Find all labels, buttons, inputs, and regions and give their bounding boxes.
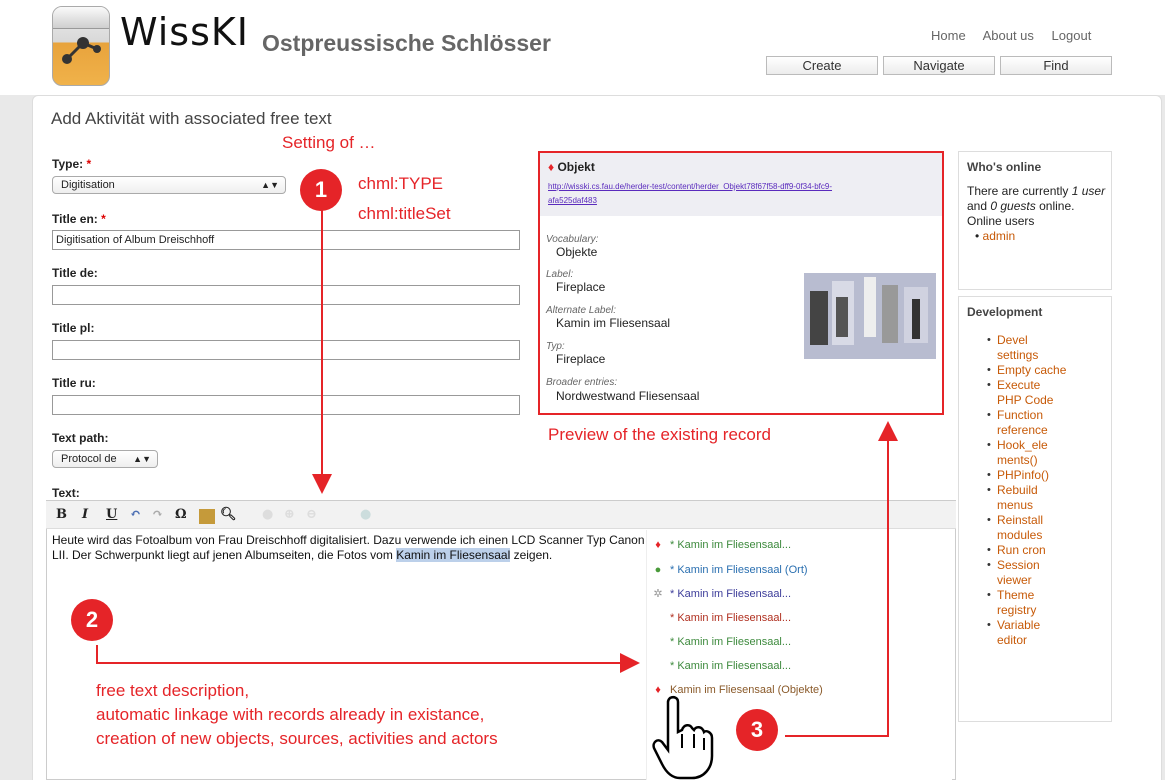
free-text-annotation-2: automatic linkage with records already i… xyxy=(96,705,485,724)
free-text-annotation-1: free text description, xyxy=(96,681,250,700)
type-prop-annotation: chml:TYPE xyxy=(358,174,444,193)
free-text-annotation-3: creation of new objects, sources, activi… xyxy=(96,729,498,748)
step-2-marker: 2 xyxy=(71,599,113,641)
step-1-marker: 1 xyxy=(300,169,342,211)
step-3-marker: 3 xyxy=(736,709,778,751)
setting-of-annotation: Setting of … xyxy=(282,133,376,152)
title-prop-annotation: chml:titleSet xyxy=(358,204,451,223)
preview-caption: Preview of the existing record xyxy=(548,425,771,444)
annotation-arrows xyxy=(96,198,898,737)
hand-cursor-icon xyxy=(652,695,714,780)
